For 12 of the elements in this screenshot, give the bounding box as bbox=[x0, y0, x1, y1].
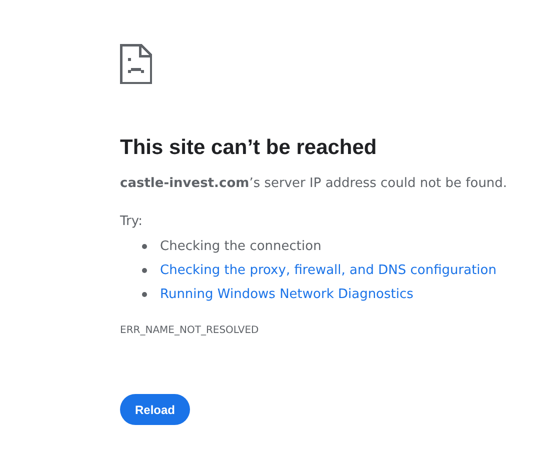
suggestion-text: Checking the connection bbox=[160, 238, 322, 254]
bullet-icon bbox=[142, 292, 147, 296]
error-code: ERR_NAME_NOT_RESOLVED bbox=[120, 324, 260, 338]
suggestion-link[interactable]: Running Windows Network Diagnostics bbox=[160, 286, 414, 302]
suggestion-link[interactable]: Checking the proxy, firewall, and DNS configuration bbox=[160, 262, 496, 278]
bullet-icon bbox=[142, 268, 147, 272]
bullet-icon bbox=[142, 244, 147, 248]
sad-page-icon bbox=[120, 44, 152, 84]
error-message: castle-invest.com’s server IP address could not be found. bbox=[120, 175, 508, 193]
reload-button[interactable]: Reload bbox=[120, 394, 190, 425]
try-label: Try: bbox=[120, 213, 144, 231]
error-heading: This site can’t be reached bbox=[120, 135, 378, 161]
